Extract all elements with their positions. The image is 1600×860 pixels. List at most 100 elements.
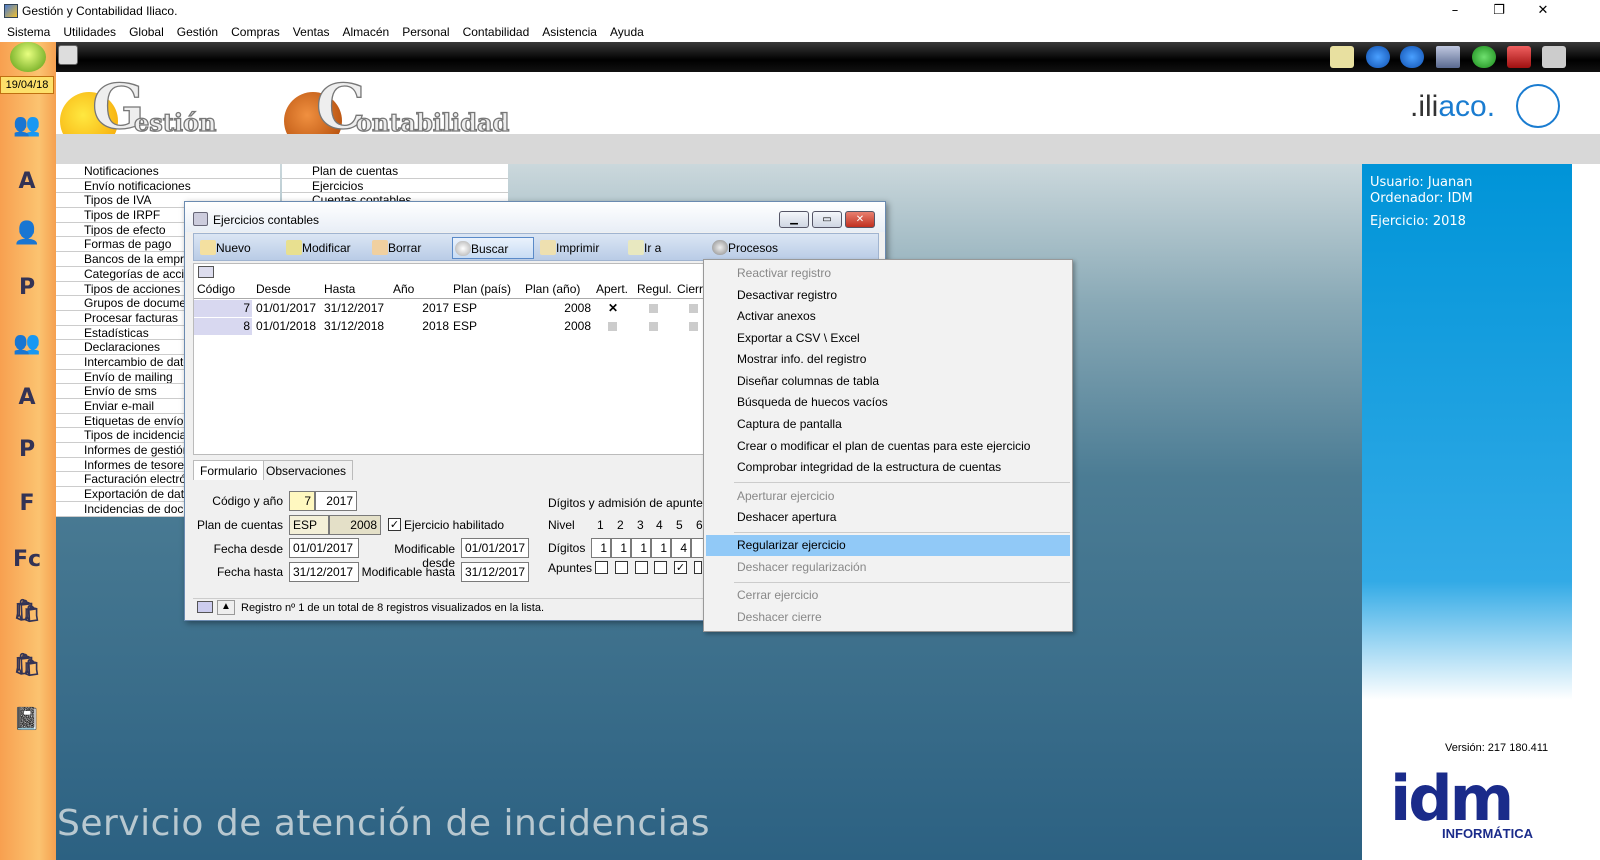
menu-item-plan-cuentas[interactable]: Plan de cuentas (282, 164, 508, 179)
apuntes-checkbox-2[interactable] (615, 561, 628, 574)
notebook-icon[interactable]: 📓 (6, 698, 48, 740)
anio-field[interactable]: 2017 (315, 491, 357, 511)
agent-icon[interactable]: A (6, 376, 48, 418)
digitos-field-1[interactable]: 1 (591, 538, 611, 558)
contacts-icon[interactable]: 👥 (6, 322, 48, 364)
menu-ventas[interactable]: Ventas (286, 22, 336, 39)
fecha-hasta-field[interactable]: 31/12/2017 (289, 562, 359, 582)
apuntes-checkbox-3[interactable] (635, 561, 648, 574)
menu-item-aperturar-ejercicio[interactable]: Aperturar ejercicio (704, 486, 1072, 507)
col-apert[interactable]: Apert. (596, 282, 628, 296)
col-plan-anio[interactable]: Plan (año) (525, 282, 580, 296)
col-hasta[interactable]: Hasta (324, 282, 355, 296)
menu-personal[interactable]: Personal (395, 22, 455, 39)
apuntes-checkbox-5[interactable]: ✓ (674, 561, 687, 574)
col-codigo[interactable]: Código (197, 282, 235, 296)
codigo-field[interactable]: 7 (289, 491, 315, 511)
plan-pais-field[interactable]: ESP (289, 515, 329, 535)
restore-button[interactable]: ❐ (1476, 0, 1522, 22)
menu-item-captura-pantalla[interactable]: Captura de pantalla (704, 414, 1072, 435)
apuntes-checkbox-1[interactable] (595, 561, 608, 574)
menu-item-deshacer-apertura[interactable]: Deshacer apertura (704, 507, 1072, 528)
table-row[interactable]: 8 01/01/2018 31/12/2018 2018 ESP 2008 (194, 318, 712, 335)
menu-item-regularizar-ejercicio[interactable]: Regularizar ejercicio (706, 535, 1070, 556)
back-arrow-icon[interactable] (1366, 46, 1390, 68)
menu-item-deshacer-cierre[interactable]: Deshacer cierre (704, 607, 1072, 628)
tab-observaciones[interactable]: Observaciones (259, 460, 354, 480)
menu-item-cerrar-ejercicio[interactable]: Cerrar ejercicio (704, 585, 1072, 606)
digitos-field-4[interactable]: 1 (651, 538, 671, 558)
mod-hasta-field[interactable]: 31/12/2017 (461, 562, 529, 582)
calendar-icon[interactable] (58, 45, 78, 65)
fecha-desde-field[interactable]: 01/01/2017 (289, 538, 359, 558)
menu-item-notificaciones[interactable]: Notificaciones (56, 164, 280, 179)
document-f-icon[interactable]: F (6, 482, 48, 524)
col-desde[interactable]: Desde (256, 282, 291, 296)
menu-item-disenar-columnas[interactable]: Diseñar columnas de tabla (704, 371, 1072, 392)
dialog-maximize-button[interactable]: ▭ (812, 211, 842, 228)
menu-item-desactivar-registro[interactable]: Desactivar registro (704, 285, 1072, 306)
user-icon[interactable]: 👤 (6, 212, 48, 254)
windows-list-icon[interactable] (1436, 46, 1460, 68)
menu-item-ejercicios[interactable]: Ejercicios (282, 178, 508, 194)
col-anio[interactable]: Año (393, 282, 414, 296)
menu-utilidades[interactable]: Utilidades (56, 22, 122, 39)
mod-desde-field[interactable]: 01/01/2017 (461, 538, 529, 558)
nuevo-button[interactable]: Nuevo (198, 237, 278, 259)
shopping-bag-orange-icon[interactable]: 🛍 (6, 644, 48, 686)
mail-icon[interactable] (1330, 46, 1354, 68)
help-icon[interactable] (1472, 46, 1496, 68)
menu-item-reactivar-registro[interactable]: Reactivar registro (704, 263, 1072, 284)
close-button[interactable]: ✕ (1520, 0, 1566, 22)
grid-columns-icon[interactable] (198, 266, 214, 278)
menu-item-comprobar-integridad[interactable]: Comprobar integridad de la estructura de… (704, 457, 1072, 478)
plan-anio-field[interactable]: 2008 (329, 515, 381, 535)
status-collapse-icon[interactable]: ▲ (217, 600, 235, 615)
menu-gestion[interactable]: Gestión (170, 22, 224, 39)
menu-item-envio-notificaciones[interactable]: Envío notificaciones (56, 178, 280, 194)
exit-icon[interactable] (1542, 46, 1566, 68)
menu-compras[interactable]: Compras (224, 22, 286, 39)
procesos-button[interactable]: Procesos (710, 237, 800, 259)
home-orb-icon[interactable] (10, 42, 46, 72)
forward-arrow-icon[interactable] (1400, 46, 1424, 68)
menu-contabilidad[interactable]: Contabilidad (456, 22, 536, 39)
menu-item-deshacer-regularizacion[interactable]: Deshacer regularización (704, 557, 1072, 578)
status-keyboard-icon[interactable] (197, 601, 213, 613)
imprimir-button[interactable]: Imprimir (538, 237, 618, 259)
dialog-minimize-button[interactable]: ▁ (779, 211, 809, 228)
borrar-button[interactable]: Borrar (370, 237, 450, 259)
document-p-icon[interactable]: P (6, 428, 48, 470)
minimize-button[interactable]: – (1432, 0, 1478, 22)
provider-icon[interactable]: P (6, 266, 48, 308)
digitos-field-2[interactable]: 1 (611, 538, 631, 558)
menu-item-mostrar-info[interactable]: Mostrar info. del registro (704, 349, 1072, 370)
menu-item-activar-anexos[interactable]: Activar anexos (704, 306, 1072, 327)
col-regul[interactable]: Regul. (637, 282, 672, 296)
dialog-close-button[interactable]: ✕ (845, 211, 875, 228)
menu-sistema[interactable]: Sistema (0, 22, 56, 39)
tab-formulario[interactable]: Formulario (193, 460, 265, 480)
habilitado-checkbox[interactable]: ✓ (388, 518, 401, 531)
col-plan-pais[interactable]: Plan (país) (453, 282, 511, 296)
apuntes-checkbox-4[interactable] (654, 561, 667, 574)
apuntes-checkbox-6[interactable] (694, 561, 702, 574)
users-group-icon[interactable]: 👥 (6, 104, 48, 146)
modificar-button[interactable]: Modificar (284, 237, 368, 259)
document-fc-icon[interactable]: Fc (6, 538, 48, 580)
menu-almacen[interactable]: Almacén (336, 22, 396, 39)
menu-global[interactable]: Global (122, 22, 170, 39)
menu-item-crear-plan-cuentas[interactable]: Crear o modificar el plan de cuentas par… (704, 436, 1072, 457)
menu-ayuda[interactable]: Ayuda (603, 22, 650, 39)
ir-a-button[interactable]: Ir a (626, 237, 696, 259)
articles-icon[interactable]: A (6, 160, 48, 202)
digitos-field-3[interactable]: 1 (631, 538, 651, 558)
close-window-icon[interactable] (1507, 46, 1531, 68)
digitos-field-5[interactable]: 4 (671, 538, 691, 558)
table-row[interactable]: 7 01/01/2017 31/12/2017 2017 ESP 2008 ✕ (194, 300, 712, 317)
menu-item-busqueda-huecos[interactable]: Búsqueda de huecos vacíos (704, 392, 1072, 413)
buscar-button[interactable]: Buscar (452, 237, 534, 259)
menu-item-exportar-csv[interactable]: Exportar a CSV \ Excel (704, 328, 1072, 349)
shopping-bag-green-icon[interactable]: 🛍 (6, 590, 48, 632)
menu-asistencia[interactable]: Asistencia (535, 22, 603, 39)
